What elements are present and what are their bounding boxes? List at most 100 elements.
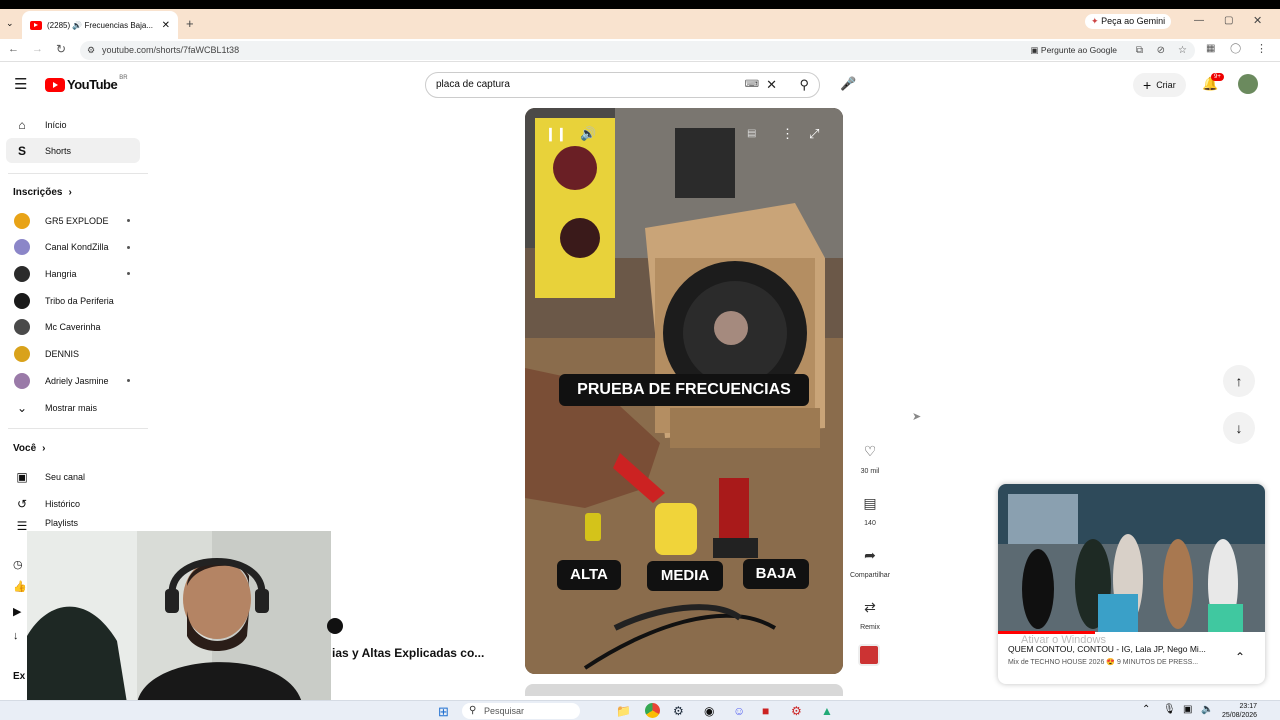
- remix-icon: ⇄: [864, 598, 876, 615]
- system-clock[interactable]: 23:17 25/08/2026: [1222, 702, 1257, 720]
- windows-start-icon[interactable]: ⊞: [438, 704, 449, 720]
- discord-icon[interactable]: ☺: [733, 704, 745, 718]
- share-button[interactable]: ➦ Compartilhar: [842, 541, 898, 580]
- new-content-dot: [127, 245, 130, 249]
- channel-name: Canal KondZilla: [45, 242, 109, 253]
- keyboard-icon[interactable]: ⌨: [745, 73, 759, 97]
- obs-icon[interactable]: ◉: [704, 704, 714, 718]
- video-title-overlay: PRUEBA DE FRECUENCIAS: [559, 374, 809, 406]
- channel-avatar[interactable]: [327, 618, 343, 634]
- sidebar-channel-item[interactable]: GR5 EXPLODE: [6, 208, 140, 233]
- sidebar-item-label: Início: [45, 119, 67, 130]
- search-icon[interactable]: ⚲: [799, 73, 809, 97]
- site-info-icon[interactable]: ⚙: [87, 41, 95, 60]
- new-content-dot: [127, 219, 130, 222]
- clear-search-icon[interactable]: ✕: [766, 73, 777, 97]
- minimize-icon[interactable]: —: [1194, 15, 1204, 26]
- mini-player-video[interactable]: [998, 484, 1265, 632]
- your-channel-icon: ▣: [16, 469, 28, 484]
- channel-name: DENNIS: [45, 349, 80, 359]
- you-title: Você: [13, 443, 37, 454]
- sidebar-item-shorts[interactable]: S Shorts: [6, 138, 140, 163]
- mini-player-title: QUEM CONTOU, CONTOU - IG, Lala JP, Nego …: [1008, 644, 1206, 654]
- fullscreen-icon[interactable]: ⤢: [809, 126, 819, 142]
- volume-icon[interactable]: 🔈: [1201, 704, 1213, 715]
- next-short-arrow-icon[interactable]: ↓: [1223, 412, 1255, 444]
- tab-title: (2285) 🔊 Frecuencias Baja...: [47, 20, 154, 30]
- user-avatar[interactable]: [1238, 74, 1258, 94]
- file-explorer-icon[interactable]: 📁: [616, 704, 631, 718]
- microphone-icon[interactable]: 🎙: [1163, 704, 1176, 715]
- webcam-overlay: [27, 531, 331, 703]
- sidebar-channel-item[interactable]: Adriely Jasmine: [6, 368, 140, 393]
- pause-icon[interactable]: ❙❙: [545, 126, 567, 142]
- previous-short-arrow-icon[interactable]: ↑: [1223, 365, 1255, 397]
- back-icon[interactable]: ←: [8, 43, 19, 55]
- reload-icon[interactable]: ↻: [56, 42, 66, 56]
- channel-avatar: [14, 212, 30, 229]
- channel-name: Tribo da Periferia: [45, 295, 114, 306]
- extensions-icon[interactable]: ▦: [1206, 43, 1215, 54]
- steam-icon[interactable]: ⚙: [673, 704, 684, 718]
- gemini-button[interactable]: ✦ Peça ao Gemini: [1085, 14, 1172, 29]
- forward-icon[interactable]: →: [32, 43, 43, 55]
- volume-icon[interactable]: 🔊: [580, 126, 596, 142]
- next-short-preview[interactable]: [525, 684, 843, 696]
- new-content-dot: [127, 272, 130, 276]
- settings-icon[interactable]: ⚙: [791, 704, 802, 718]
- sidebar-channel-item[interactable]: DENNIS: [6, 342, 140, 367]
- sidebar-item-your-channel[interactable]: ▣ Seu canal: [6, 464, 140, 489]
- mini-player[interactable]: Ativar o Windows QUEM CONTOU, CONTOU - I…: [998, 484, 1265, 684]
- gemini-label: Peça ao Gemini: [1101, 16, 1166, 26]
- label-alta: ALTA: [557, 560, 621, 590]
- subscriptions-heading[interactable]: Inscrições ›: [13, 187, 72, 198]
- close-window-icon[interactable]: ✕: [1253, 14, 1262, 27]
- chrome-icon[interactable]: [645, 703, 660, 718]
- share-label: Compartilhar: [849, 572, 891, 579]
- close-tab-icon[interactable]: ✕: [162, 20, 170, 31]
- remix-button[interactable]: ⇄ Remix: [852, 593, 888, 632]
- you-heading[interactable]: Você ›: [13, 443, 46, 454]
- captions-icon[interactable]: ▤: [747, 128, 756, 139]
- ask-google-button[interactable]: ▣ Pergunte ao Google: [1031, 41, 1118, 60]
- sidebar-item-history[interactable]: ↺ Histórico: [6, 491, 140, 516]
- sidebar-channel-item[interactable]: Tribo da Periferia: [6, 288, 140, 313]
- sound-thumbnail[interactable]: [858, 644, 880, 666]
- create-button[interactable]: + Criar: [1133, 73, 1186, 97]
- install-app-icon[interactable]: ⧉: [1136, 41, 1143, 60]
- sidebar-item-playlists[interactable]: ☰ Playlists: [6, 518, 140, 532]
- browser-tab[interactable]: (2285) 🔊 Frecuencias Baja... ✕: [22, 11, 178, 39]
- youtube-logo[interactable]: YouTube BR: [45, 75, 128, 92]
- network-icon[interactable]: ▣: [1183, 704, 1192, 715]
- menu-kebab-icon[interactable]: ⋮: [1256, 42, 1267, 55]
- taskbar-search-box[interactable]: ⚲ Pesquisar: [462, 703, 580, 719]
- youtube-logo-icon: [45, 77, 65, 92]
- eye-off-icon[interactable]: ⊘: [1157, 41, 1165, 60]
- sidebar-item-home[interactable]: ⌂ Início: [6, 112, 140, 137]
- like-button[interactable]: ♡ 30 mil: [852, 437, 888, 476]
- shorts-video-player[interactable]: PRUEBA DE FRECUENCIAS ALTA MEDIA BAJA ❙❙…: [525, 108, 843, 674]
- sidebar-channel-item[interactable]: Hangria: [6, 261, 140, 286]
- app-icon[interactable]: ■: [762, 704, 769, 718]
- more-options-icon[interactable]: ⋮: [781, 126, 794, 142]
- profile-icon[interactable]: ◯: [1230, 43, 1241, 54]
- tab-list-icon[interactable]: ⌄: [6, 18, 14, 29]
- show-more-button[interactable]: ⌄ Mostrar mais: [6, 395, 140, 420]
- history-icon: ↺: [16, 496, 28, 511]
- voice-search-icon[interactable]: 🎤: [840, 76, 856, 92]
- hamburger-menu-icon[interactable]: ☰: [14, 75, 27, 93]
- label-baja: BAJA: [743, 559, 809, 589]
- search-input[interactable]: placa de captura ⌨ ✕ ⚲: [425, 72, 820, 98]
- taskbar-search-placeholder: Pesquisar: [484, 706, 525, 716]
- address-field[interactable]: ⚙ youtube.com/shorts/7faWCBL1t38 ▣ Pergu…: [80, 41, 1195, 60]
- tray-chevron-up-icon[interactable]: ⌃: [1142, 704, 1150, 715]
- bookmark-star-icon[interactable]: ☆: [1178, 41, 1187, 60]
- comments-button[interactable]: ▤ 140: [852, 489, 888, 528]
- sidebar-channel-item[interactable]: Canal KondZilla: [6, 235, 140, 260]
- chevron-right-icon: ›: [42, 443, 46, 454]
- sidebar-channel-item[interactable]: Mc Caverinha: [6, 315, 140, 340]
- expand-chevron-up-icon[interactable]: ⌃: [1235, 650, 1245, 664]
- maximize-icon[interactable]: ▢: [1224, 15, 1233, 26]
- new-tab-icon[interactable]: +: [186, 16, 194, 31]
- app-icon[interactable]: ▲: [821, 704, 833, 718]
